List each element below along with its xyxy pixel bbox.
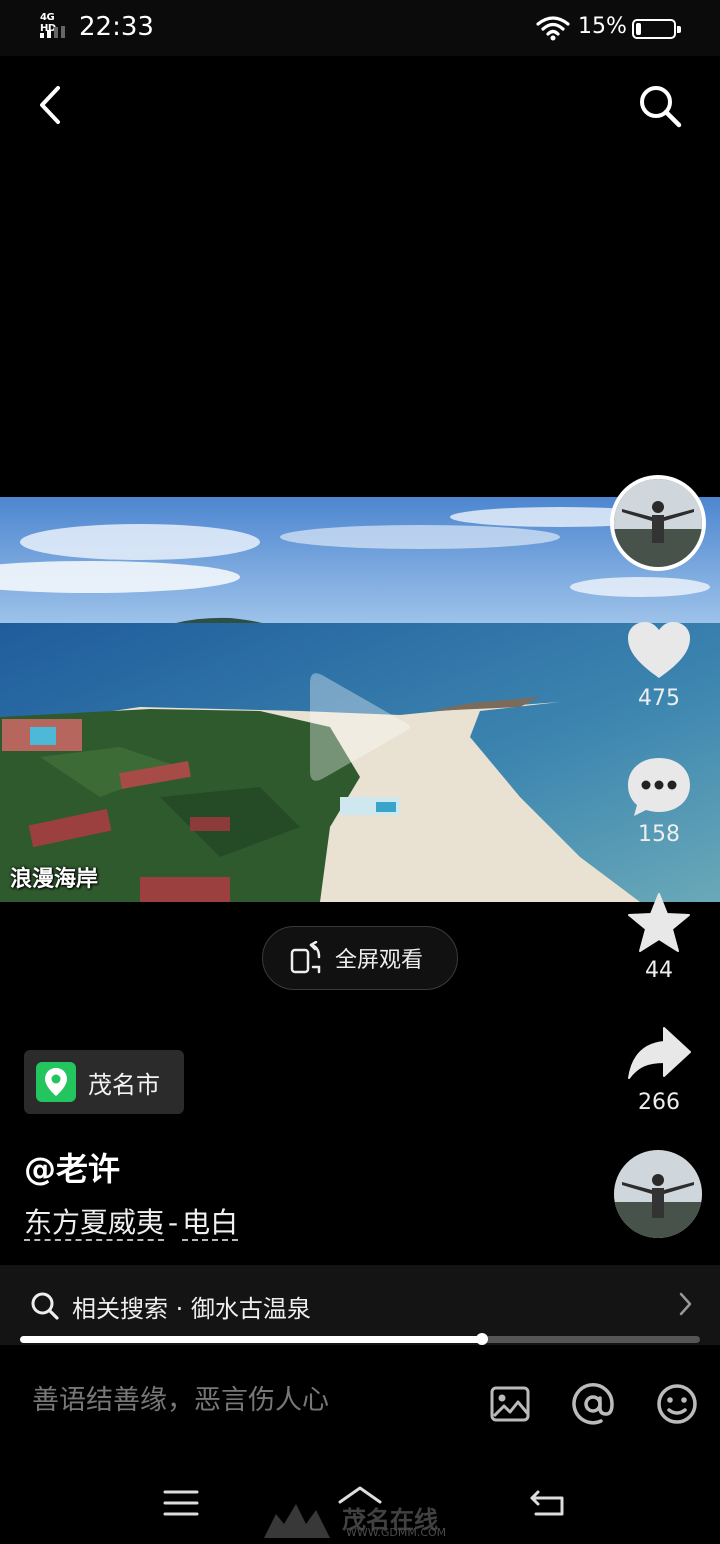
wifi-icon — [536, 16, 570, 41]
fullscreen-label: 全屏观看 — [335, 948, 424, 973]
chevron-left-icon — [40, 86, 60, 124]
play-icon[interactable] — [306, 667, 416, 787]
return-icon[interactable] — [528, 1486, 568, 1520]
fullscreen-button[interactable]: 全屏观看 — [262, 926, 458, 990]
video-description: 东方夏威夷 - 电白 — [24, 1201, 239, 1241]
menu-icon[interactable] — [163, 1488, 199, 1518]
star-icon — [628, 893, 690, 952]
share-count: 266 — [638, 1090, 680, 1115]
related-search-bar[interactable]: 相关搜索 · 御水古温泉 — [0, 1265, 720, 1345]
battery-percent: 15% — [578, 14, 627, 39]
comment-button[interactable]: 158 — [620, 756, 698, 847]
rotate-phone-icon — [290, 941, 321, 974]
avatar-image — [614, 1150, 702, 1238]
watermark-url: WWW.GDMM.COM — [346, 1526, 447, 1539]
comment-input[interactable] — [32, 1380, 452, 1420]
music-avatar[interactable] — [614, 1150, 702, 1238]
image-icon[interactable] — [488, 1382, 532, 1426]
back-button[interactable] — [26, 80, 76, 130]
description-separator: - — [168, 1206, 179, 1239]
like-button[interactable]: 475 — [620, 620, 698, 711]
search-button[interactable] — [634, 80, 686, 132]
emoji-icon[interactable] — [655, 1382, 699, 1426]
avatar-image — [614, 479, 702, 567]
author-avatar[interactable] — [610, 475, 706, 571]
comment-count: 158 — [638, 822, 680, 847]
location-pin-icon — [36, 1062, 76, 1102]
favorite-button[interactable]: 44 — [620, 892, 698, 983]
video-caption: 浪漫海岸 — [10, 866, 99, 892]
watermark-logo — [264, 1504, 330, 1538]
like-count: 475 — [638, 686, 680, 711]
related-search-label: 相关搜索 · 御水古温泉 — [72, 1295, 311, 1323]
progress-fill — [20, 1336, 482, 1343]
progress-knob[interactable] — [476, 1333, 488, 1345]
battery-icon — [632, 19, 681, 39]
heart-icon — [628, 622, 690, 678]
share-button[interactable]: 266 — [620, 1026, 698, 1115]
comment-bubble-icon — [628, 758, 690, 816]
hashtag-link[interactable]: 电白 — [182, 1206, 239, 1241]
share-arrow-icon — [628, 1027, 691, 1079]
site-watermark: 茂名在线 WWW.GDMM.COM — [262, 1500, 472, 1540]
network-signal-icon: 4G HD — [40, 12, 72, 40]
clock: 22:33 — [79, 12, 154, 42]
video-progress-bar[interactable] — [20, 1333, 700, 1345]
chevron-right-icon — [679, 1292, 692, 1316]
location-chip[interactable]: 茂名市 — [24, 1050, 184, 1114]
video-player[interactable]: 浪漫海岸 — [0, 497, 720, 902]
search-icon — [640, 86, 682, 128]
search-icon — [31, 1292, 59, 1320]
author-name[interactable]: @老许 — [24, 1144, 120, 1190]
status-bar: 4G HD 22:33 15% — [0, 0, 720, 56]
hashtag-link[interactable]: 东方夏威夷 — [24, 1206, 165, 1241]
location-label: 茂名市 — [88, 1070, 160, 1099]
favorite-count: 44 — [645, 958, 673, 983]
at-mention-icon[interactable] — [571, 1382, 615, 1426]
